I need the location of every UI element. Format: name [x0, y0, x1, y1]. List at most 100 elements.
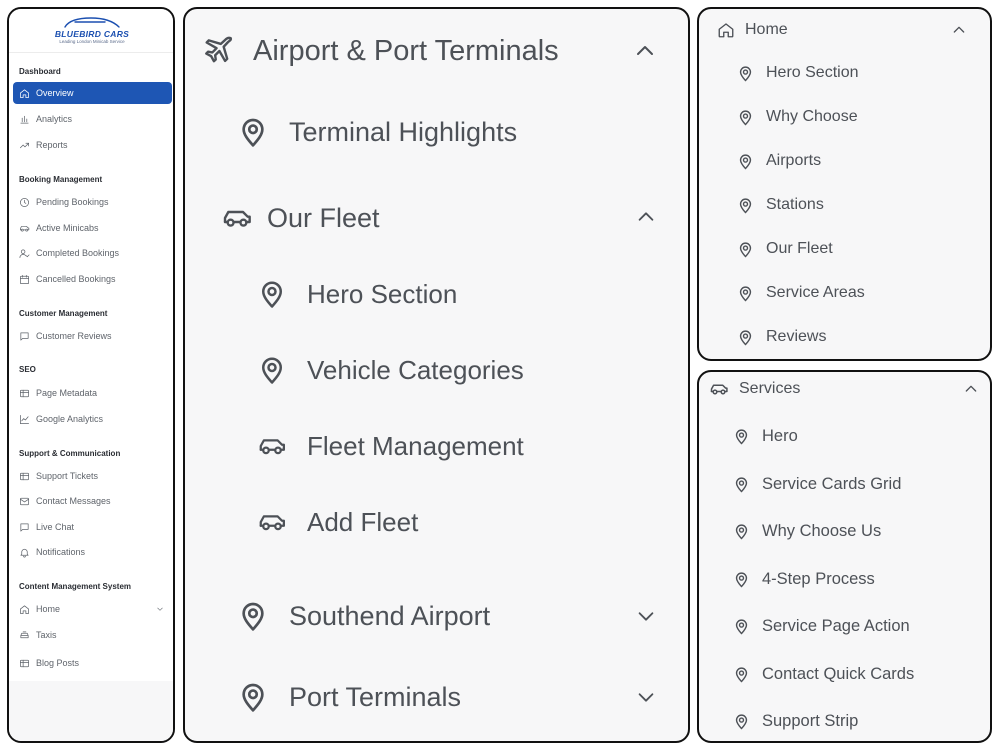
sidebar-item-label: Completed Bookings	[36, 248, 120, 258]
sidebar: BLUEBIRD CARS Leading London Minicab Ser…	[9, 9, 173, 681]
sidebar-item-live-chat[interactable]: Live Chat	[13, 516, 172, 538]
car-icon	[709, 379, 729, 399]
menu-item-why-choose[interactable]: Why Choose	[737, 105, 858, 129]
menu-item-why-choose-us[interactable]: Why Choose Us	[733, 519, 881, 543]
menu-item-add-fleet[interactable]: Add Fleet	[257, 502, 418, 542]
location-pin-icon	[737, 197, 754, 214]
menu-item-stations[interactable]: Stations	[737, 193, 824, 217]
menu-item-port-terminals[interactable]: Port Terminals	[237, 676, 461, 718]
sidebar-item-label: Notifications	[36, 547, 86, 557]
sidebar-item-home[interactable]: Home	[13, 598, 172, 620]
chevron-up-icon[interactable]	[633, 39, 657, 63]
home-menu-panel: Home Hero Section Why Choose Airports St…	[697, 7, 992, 361]
section-header-services[interactable]: Services	[709, 377, 800, 401]
chevron-down-icon[interactable]	[156, 605, 164, 613]
services-menu-panel: Services Hero Service Cards Grid Why Cho…	[697, 370, 992, 743]
location-pin-icon	[733, 571, 750, 588]
sidebar-item-label: Pending Bookings	[36, 197, 109, 207]
location-pin-icon	[737, 153, 754, 170]
sidebar-item-page-metadata[interactable]: Page Metadata	[13, 382, 172, 404]
sidebar-item-taxis[interactable]: Taxis	[13, 624, 172, 646]
menu-item-label: Service Page Action	[762, 616, 910, 635]
home-icon	[19, 604, 30, 615]
sidebar-item-label: Home	[36, 604, 61, 614]
menu-item-our-fleet[interactable]: Our Fleet	[221, 198, 380, 238]
sidebar-item-notifications[interactable]: Notifications	[13, 541, 172, 563]
menu-item-support-strip[interactable]: Support Strip	[733, 709, 858, 733]
user-check-icon	[19, 248, 30, 259]
menu-item-hero[interactable]: Hero	[733, 424, 798, 448]
chevron-up-icon[interactable]	[635, 206, 657, 228]
sidebar-item-contact-messages[interactable]: Contact Messages	[13, 490, 172, 512]
menu-item-label: Our Fleet	[267, 202, 380, 233]
location-pin-icon	[733, 428, 750, 445]
brand-name: BLUEBIRD CARS	[54, 29, 130, 39]
menu-item-airports[interactable]: Airports	[737, 149, 821, 173]
sidebar-item-google-analytics[interactable]: Google Analytics	[13, 408, 172, 430]
menu-item-our-fleet[interactable]: Our Fleet	[737, 237, 833, 261]
location-pin-icon	[237, 600, 269, 632]
location-pin-icon	[737, 65, 754, 82]
menu-item-service-page-action[interactable]: Service Page Action	[733, 614, 910, 638]
menu-item-label: 4-Step Process	[762, 569, 875, 588]
message-icon	[19, 331, 30, 342]
menu-item-label: Hero Section	[307, 278, 458, 309]
section-header-home[interactable]: Home	[717, 19, 788, 41]
chevron-up-icon[interactable]	[951, 22, 967, 38]
car-icon	[19, 223, 30, 234]
menu-item-southend-airport[interactable]: Southend Airport	[237, 595, 490, 637]
brand-tagline: Leading London Minicab Service	[59, 39, 125, 44]
sidebar-item-label: Google Analytics	[36, 414, 104, 424]
sidebar-item-support-tickets[interactable]: Support Tickets	[13, 465, 172, 487]
sidebar-item-label: Customer Reviews	[36, 331, 112, 341]
location-pin-icon	[733, 476, 750, 493]
menu-item-label: Service Cards Grid	[762, 474, 902, 493]
section-title: Home	[745, 21, 788, 38]
menu-item-terminal-highlights[interactable]: Terminal Highlights	[237, 111, 517, 153]
sidebar-item-customer-reviews[interactable]: Customer Reviews	[13, 325, 172, 347]
sidebar-item-analytics[interactable]: Analytics	[13, 108, 172, 130]
menu-item-label: Stations	[766, 196, 824, 213]
section-heading-support: Support & Communication	[19, 449, 121, 458]
location-pin-icon	[733, 713, 750, 730]
menu-item-hero-section[interactable]: Hero Section	[737, 61, 859, 85]
sidebar-item-completed-bookings[interactable]: Completed Bookings	[13, 242, 172, 264]
menu-item-label: Hero Section	[766, 64, 859, 81]
menu-item-label: Terminal Highlights	[289, 116, 518, 147]
sidebar-panel: BLUEBIRD CARS Leading London Minicab Ser…	[7, 7, 175, 743]
section-header-airport-port-terminals[interactable]: Airport & Port Terminals	[201, 31, 559, 71]
location-pin-icon	[737, 109, 754, 126]
menu-item-vehicle-categories[interactable]: Vehicle Categories	[257, 350, 524, 390]
menu-item-4-step-process[interactable]: 4-Step Process	[733, 567, 875, 591]
menu-item-label: Why Choose	[766, 108, 858, 125]
bell-icon	[19, 547, 30, 558]
menu-item-fleet-management[interactable]: Fleet Management	[257, 426, 524, 466]
sidebar-item-cancelled-bookings[interactable]: Cancelled Bookings	[13, 268, 172, 290]
home-icon	[717, 21, 735, 39]
section-title: Services	[739, 380, 801, 397]
sidebar-item-reports[interactable]: Reports	[13, 134, 172, 156]
menu-item-label: Contact Quick Cards	[762, 664, 915, 683]
menu-item-contact-quick-cards[interactable]: Contact Quick Cards	[733, 662, 914, 686]
sidebar-item-pending-bookings[interactable]: Pending Bookings	[13, 191, 172, 213]
sidebar-item-active-minicabs[interactable]: Active Minicabs	[13, 217, 172, 239]
ticket-icon	[19, 388, 30, 399]
section-heading-booking: Booking Management	[19, 175, 103, 184]
menu-item-reviews[interactable]: Reviews	[737, 325, 826, 349]
chevron-down-icon[interactable]	[635, 605, 657, 627]
sidebar-item-label: Analytics	[36, 114, 73, 124]
message-icon	[19, 522, 30, 533]
location-pin-icon	[733, 666, 750, 683]
ticket-icon	[19, 471, 30, 482]
chevron-down-icon[interactable]	[635, 686, 657, 708]
menu-item-service-areas[interactable]: Service Areas	[737, 281, 865, 305]
menu-item-hero-section[interactable]: Hero Section	[257, 274, 457, 314]
sidebar-item-overview[interactable]: Overview	[13, 82, 172, 104]
line-chart-icon	[19, 414, 30, 425]
sidebar-item-blog-posts[interactable]: Blog Posts	[13, 650, 172, 674]
menu-item-label: Our Fleet	[766, 240, 833, 257]
trend-icon	[19, 140, 30, 151]
menu-item-service-cards-grid[interactable]: Service Cards Grid	[733, 472, 901, 496]
clock-icon	[19, 197, 30, 208]
chevron-up-icon[interactable]	[963, 381, 979, 397]
